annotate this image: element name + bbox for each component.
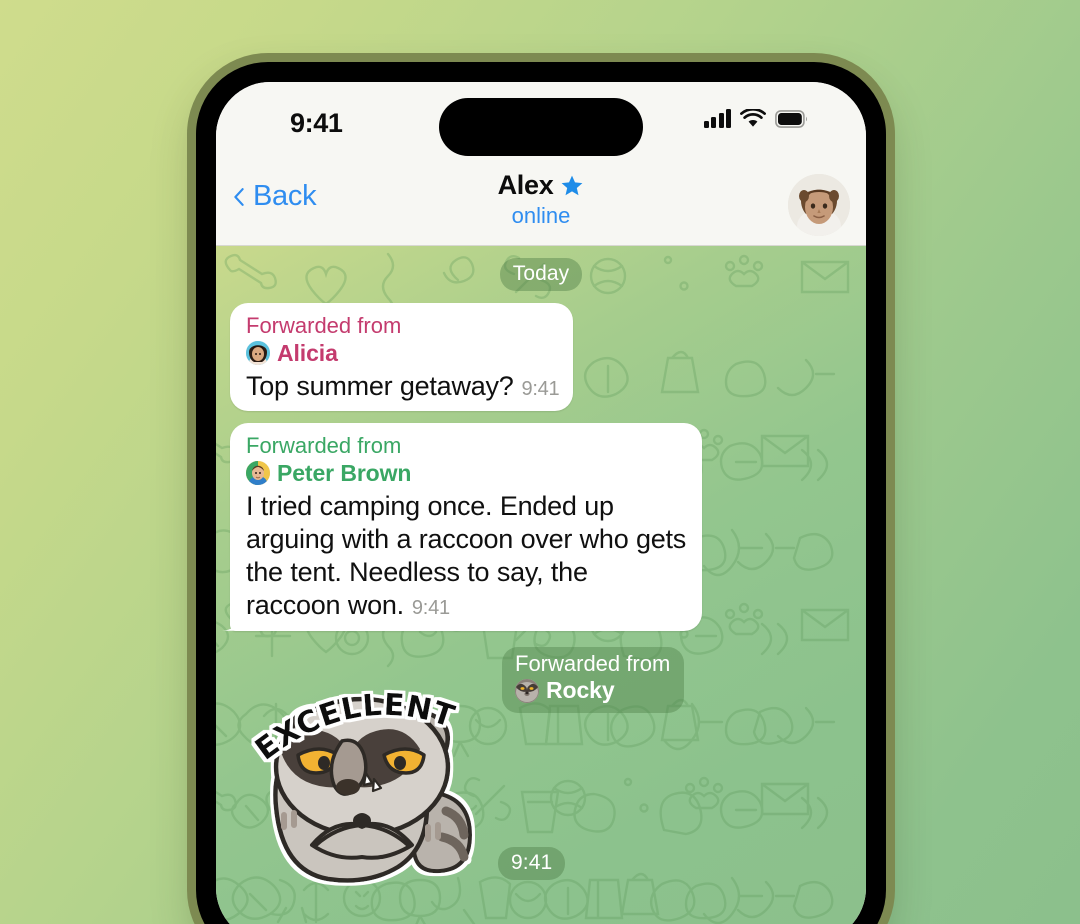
date-divider: Today — [230, 258, 852, 291]
battery-icon — [775, 109, 807, 128]
forwarded-from-label: Forwarded from — [246, 313, 402, 338]
back-button-label: Back — [253, 180, 317, 212]
phone-screen: 9:41 Back Alex online Today Forwarded fr… — [216, 82, 866, 924]
message-timestamp: 9:41 — [498, 846, 566, 880]
forwarded-from-author: Alicia — [246, 340, 559, 367]
chat-header-center[interactable]: Alex online — [381, 170, 701, 229]
forwarded-from-author: Peter Brown — [246, 460, 688, 487]
user-avatar-image — [788, 174, 850, 236]
chat-status-text: online — [511, 203, 571, 228]
chat-header: Back Alex online — [216, 160, 866, 246]
message-list: Today Forwarded from Alicia Top summer g… — [216, 246, 866, 924]
message-text: I tried camping once. Ended up arguing w… — [246, 490, 687, 620]
status-bar-icons — [703, 109, 809, 128]
message-timestamp: 9:41 — [411, 596, 450, 619]
star-badge-icon — [562, 175, 583, 195]
chat-body: Today Forwarded from Alicia Top summer g… — [216, 246, 866, 924]
back-button[interactable]: Back — [230, 180, 317, 213]
rocky-avatar — [515, 678, 539, 703]
forwarded-from-name: Rocky — [546, 677, 615, 704]
forwarded-from-label: Forwarded from — [246, 433, 402, 459]
message-text-wrap: I tried camping once. Ended up arguing w… — [246, 490, 688, 622]
chevron-left-icon — [234, 187, 244, 206]
page-backdrop: 9:41 Back Alex online Today Forwarded fr… — [0, 0, 1080, 924]
raccoon-sticker[interactable]: EXCELLENT — [240, 675, 490, 887]
phone-frame: 9:41 Back Alex online Today Forwarded fr… — [196, 62, 886, 924]
status-bar: 9:41 — [216, 82, 866, 160]
sticker-message: Forwarded from Rocky EXCELLENT 9:41 — [230, 643, 852, 893]
alicia-avatar — [246, 341, 270, 366]
forwarded-from-author: Rocky — [515, 677, 670, 704]
message-text: Top summer getaway? — [246, 370, 514, 401]
forwarded-from-name: Alicia — [277, 339, 338, 366]
page-title: Alex — [497, 170, 554, 200]
message-timestamp: 9:41 — [521, 377, 560, 400]
sticker-timestamp-wrap: 9:41 — [498, 846, 566, 880]
chat-title-row: Alex — [381, 170, 701, 201]
message-text-wrap: Top summer getaway? 9:41 — [246, 370, 560, 403]
avatar[interactable] — [788, 174, 850, 236]
forwarded-from-name: Peter Brown — [277, 459, 412, 486]
forwarded-from-badge: Forwarded from Rocky — [502, 646, 685, 714]
raccoon-sticker-image: EXCELLENT — [249, 687, 472, 883]
message-bubble[interactable]: Forwarded from — [230, 423, 702, 631]
date-divider-label: Today — [499, 258, 583, 291]
status-bar-time: 9:41 — [290, 108, 343, 138]
message-bubble[interactable]: Forwarded from — [230, 303, 574, 412]
cellular-signal-icon — [703, 109, 731, 128]
dynamic-island — [439, 98, 643, 156]
forwarded-from-label: Forwarded from — [515, 650, 671, 676]
message-row: Forwarded from — [230, 423, 852, 631]
peter-brown-avatar — [246, 461, 270, 486]
message-row: Forwarded from — [230, 303, 852, 412]
wifi-icon — [740, 109, 766, 127]
